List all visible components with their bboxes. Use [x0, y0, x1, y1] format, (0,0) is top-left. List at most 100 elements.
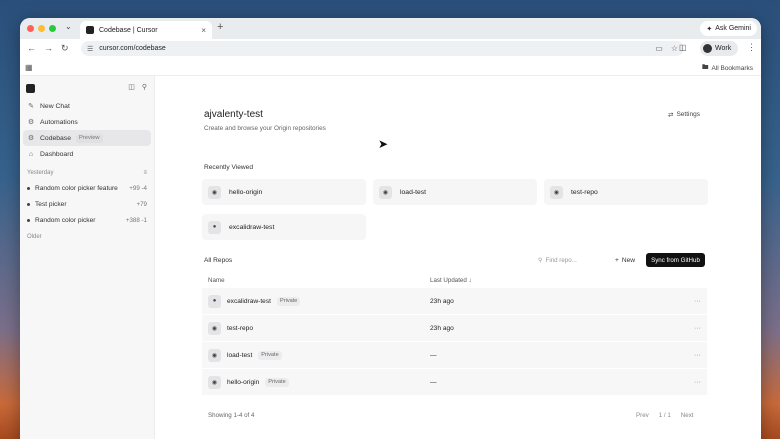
reload-icon[interactable]: ↻ [61, 43, 69, 54]
sidebar-item-dashboard[interactable]: ⌂ Dashboard [23, 146, 151, 162]
section-older: Older [20, 230, 154, 244]
last-updated: — [430, 351, 437, 359]
last-updated: 23h ago [430, 324, 454, 332]
folder-icon: 🖿 [701, 64, 709, 71]
all-bookmarks-label: All Bookmarks [711, 65, 753, 72]
prev-page-button[interactable]: Prev [636, 412, 649, 419]
chat-item[interactable]: Test picker +79 [20, 196, 154, 212]
sidebar-item-codebase[interactable]: ⚙ Codebase Preview [23, 130, 151, 146]
filter-icon[interactable]: ≡ [143, 170, 147, 176]
page-indicator: 1 / 1 [658, 412, 671, 419]
sidebar-item-new-chat[interactable]: ✎ New Chat [23, 98, 151, 114]
settings-icon: ⇄ [668, 112, 674, 119]
toggle-sidebar-icon[interactable]: ◫ [128, 83, 135, 91]
back-icon[interactable]: ← [27, 43, 36, 53]
showing-count: Showing 1-4 of 4 [208, 412, 255, 419]
new-tab-button[interactable]: + [217, 21, 223, 33]
browser-menu-icon[interactable]: ⋮ [747, 42, 756, 53]
origin-icon: ◉ [208, 375, 221, 389]
last-updated: — [430, 378, 437, 386]
cursor-logo-icon[interactable] [26, 84, 35, 93]
search-icon: ⚲ [538, 257, 543, 264]
recent-repo-card[interactable]: ◉ test-repo [544, 179, 708, 205]
sync-from-github-button[interactable]: Sync from GitHub [646, 253, 705, 267]
table-row[interactable]: ◉ load-test Private — ··· [202, 342, 707, 369]
recent-repo-name: hello-origin [229, 188, 263, 196]
last-updated: 23h ago [430, 297, 454, 305]
status-dot [27, 218, 30, 222]
chat-item[interactable]: Random color picker +388 -1 [20, 212, 154, 228]
private-badge: Private [258, 350, 282, 360]
browser-tab-codebase[interactable]: Codebase | Cursor × [80, 21, 212, 39]
recently-viewed-label: Recently Viewed [204, 164, 253, 171]
recent-repo-card[interactable]: ● excalidraw-test [202, 214, 366, 240]
app-content: ◫ ⚲ ✎ New Chat ⚙ Automations ⚙ Codebase … [20, 76, 761, 439]
ask-gemini-label: Ask Gemini [715, 25, 751, 32]
search-icon[interactable]: ⚲ [142, 83, 147, 91]
chevron-down-icon[interactable]: ⌄ [65, 22, 72, 31]
ask-gemini-button[interactable]: ✦ Ask Gemini [700, 21, 757, 36]
more-options-icon[interactable]: ··· [681, 379, 701, 386]
settings-button[interactable]: ⇄ Settings [668, 111, 700, 119]
find-repo-placeholder: Find repo... [545, 257, 577, 264]
sidebar-item-label: New Chat [40, 102, 70, 110]
forward-icon[interactable]: → [44, 43, 53, 53]
cast-icon[interactable]: ▭ [655, 44, 663, 53]
url-text[interactable]: cursor.com/codebase [99, 45, 649, 52]
cursor-favicon-icon [86, 26, 94, 34]
minimize-window-button[interactable] [38, 25, 45, 32]
column-name[interactable]: Name [208, 277, 430, 284]
site-settings-icon[interactable]: ☰ [87, 45, 93, 53]
section-yesterday: Yesterday ≡ [20, 166, 154, 180]
private-badge: Private [265, 377, 289, 387]
more-options-icon[interactable]: ··· [681, 352, 701, 359]
more-options-icon[interactable]: ··· [681, 298, 701, 305]
chat-title: Test picker [35, 200, 67, 208]
chat-diff: +79 [136, 200, 148, 208]
all-bookmarks-button[interactable]: 🖿 All Bookmarks [702, 63, 753, 74]
apps-grid-icon[interactable]: ▦ [25, 63, 33, 72]
recent-repo-card[interactable]: ◉ load-test [373, 179, 537, 205]
sparkle-icon: ✦ [706, 25, 713, 33]
next-page-button[interactable]: Next [681, 412, 694, 419]
bookmarks-bar: ▦ 🖿 All Bookmarks [20, 59, 761, 76]
bookmark-star-icon[interactable]: ☆ [671, 44, 678, 53]
automation-icon: ⚙ [27, 119, 35, 126]
table-row[interactable]: ◉ hello-origin Private — ··· [202, 369, 707, 396]
mouse-pointer-icon: ➤ [378, 137, 389, 151]
close-window-button[interactable] [27, 25, 34, 32]
navigation-bar: ← → ↻ ☰ cursor.com/codebase ▭ ☆ ◫ Work ⋮ [20, 39, 761, 59]
chat-diff: +99 -4 [129, 184, 147, 192]
profile-button[interactable]: Work [700, 41, 738, 56]
private-badge: Private [276, 296, 301, 306]
sidebar-item-label: Dashboard [40, 150, 74, 158]
find-repo-input[interactable]: ⚲ Find repo... [535, 254, 607, 267]
all-repos-label: All Repos [204, 257, 233, 264]
extensions-icon[interactable]: ◫ [679, 43, 687, 52]
page-subtitle: Create and browse your Origin repositori… [204, 125, 326, 132]
main-content: ➤ ajvalenty-test Create and browse your … [155, 76, 761, 439]
recent-repo-name: test-repo [571, 188, 598, 196]
sidebar-item-automations[interactable]: ⚙ Automations [23, 114, 151, 130]
address-bar[interactable]: ☰ cursor.com/codebase ▭ ☆ [81, 41, 684, 56]
new-repo-button[interactable]: + New [615, 254, 635, 267]
more-options-icon[interactable]: ··· [681, 325, 701, 332]
table-row[interactable]: ◉ test-repo 23h ago ··· [202, 315, 707, 342]
chat-icon: ✎ [28, 103, 34, 110]
column-last-updated[interactable]: Last Updated ↓ [430, 277, 701, 284]
recent-repo-card[interactable]: ◉ hello-origin [202, 179, 366, 205]
close-icon[interactable]: × [201, 26, 206, 35]
pagination: Prev 1 / 1 Next [636, 412, 694, 419]
table-row[interactable]: ● excalidraw-test Private 23h ago ··· [202, 288, 707, 315]
chat-item[interactable]: Random color picker feature +99 -4 [20, 180, 154, 196]
github-icon: ● [208, 294, 221, 308]
tab-title: Codebase | Cursor [99, 26, 158, 34]
origin-icon: ◉ [208, 348, 221, 362]
maximize-window-button[interactable] [49, 25, 56, 32]
profile-label: Work [715, 45, 732, 52]
repo-name: excalidraw-test [227, 297, 271, 305]
sidebar-item-label: Automations [40, 118, 78, 126]
plus-icon: + [615, 257, 619, 264]
github-icon: ● [208, 220, 221, 234]
status-dot [27, 202, 30, 206]
